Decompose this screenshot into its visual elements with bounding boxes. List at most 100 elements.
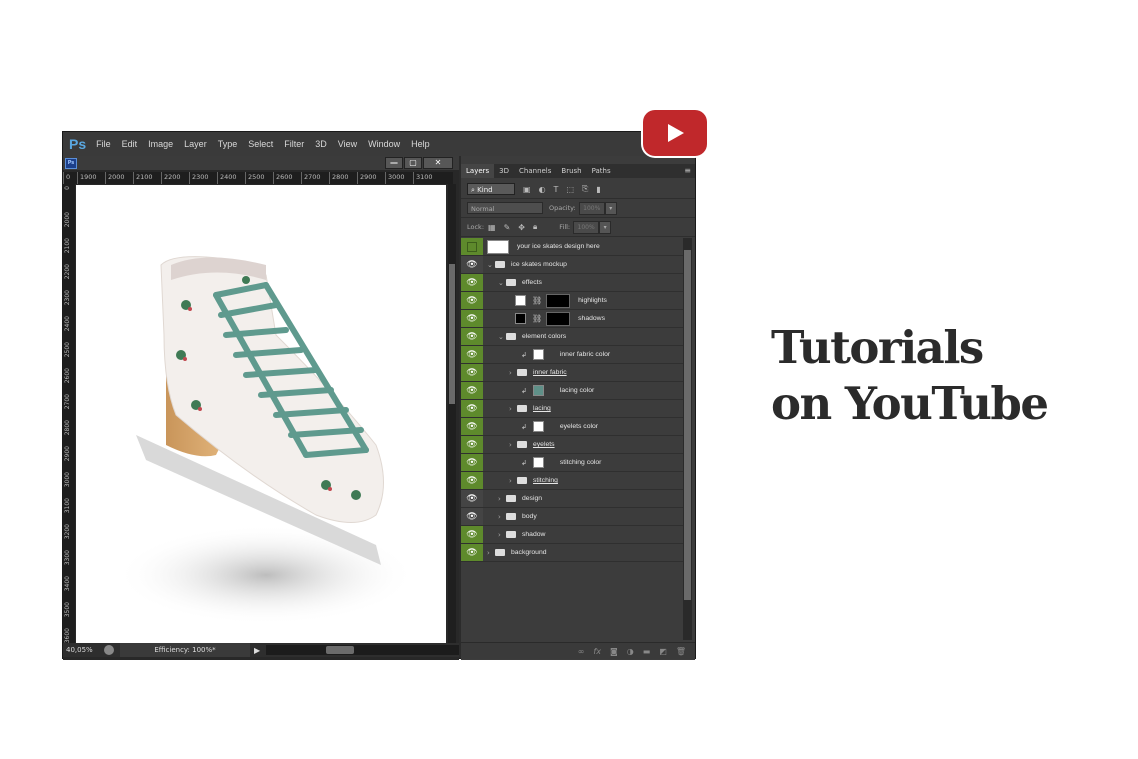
layer-row[interactable]: 👁︎ › eyelets xyxy=(461,436,683,454)
menu-filter[interactable]: Filter xyxy=(284,139,304,149)
vertical-scroll-thumb[interactable] xyxy=(449,264,455,404)
layer-row[interactable]: 👁︎ ⛓︎ shadows xyxy=(461,310,683,328)
layer-row[interactable]: 👁︎ ↲ inner fabric color xyxy=(461,346,683,364)
layer-row[interactable]: your ice skates design here xyxy=(461,238,683,256)
visibility-eye-icon[interactable] xyxy=(461,238,483,255)
status-info-icon[interactable] xyxy=(104,645,114,655)
visibility-eye-icon[interactable]: 👁︎ xyxy=(461,364,483,381)
tab-3d[interactable]: 3D xyxy=(494,164,514,178)
visibility-eye-icon[interactable]: 👁︎ xyxy=(461,382,483,399)
menu-window[interactable]: Window xyxy=(368,139,400,149)
layer-row[interactable]: 👁︎ › shadow xyxy=(461,526,683,544)
visibility-eye-icon[interactable]: 👁︎ xyxy=(461,310,483,327)
panel-menu-icon[interactable]: ≡ xyxy=(684,164,695,178)
chevron-down-icon[interactable]: ⌄ xyxy=(498,333,506,341)
adjustment-filter-icon[interactable]: ◐ xyxy=(539,185,546,194)
smart-object-filter-icon[interactable]: ⎘ xyxy=(582,184,588,194)
visibility-eye-icon[interactable]: 👁︎ xyxy=(461,328,483,345)
visibility-eye-icon[interactable]: 👁︎ xyxy=(461,400,483,417)
visibility-eye-icon[interactable]: 👁︎ xyxy=(461,292,483,309)
type-filter-icon[interactable]: T xyxy=(554,185,559,194)
visibility-eye-icon[interactable]: 👁︎ xyxy=(461,274,483,291)
visibility-eye-icon[interactable]: 👁︎ xyxy=(461,526,483,543)
layer-row[interactable]: 👁︎ ↲ eyelets color xyxy=(461,418,683,436)
layer-row[interactable]: 👁︎ ⛓︎ highlights xyxy=(461,292,683,310)
menu-image[interactable]: Image xyxy=(148,139,173,149)
trash-icon[interactable]: 🗑︎ xyxy=(676,647,686,656)
chevron-right-icon[interactable]: › xyxy=(498,513,506,521)
mask-icon[interactable]: ◙ xyxy=(610,647,618,656)
layer-row[interactable]: 👁︎ ↲ stitching color xyxy=(461,454,683,472)
filter-toggle-icon[interactable]: ▮ xyxy=(596,185,600,194)
layer-mask-thumbnail[interactable] xyxy=(546,311,571,326)
layer-row[interactable]: 👁︎ ↲ lacing color xyxy=(461,382,683,400)
menu-help[interactable]: Help xyxy=(411,139,430,149)
lock-image-icon[interactable]: ✎ xyxy=(504,223,511,232)
visibility-eye-icon[interactable]: 👁︎ xyxy=(461,454,483,471)
menu-file[interactable]: File xyxy=(96,139,111,149)
layer-row[interactable]: 👁︎ › background xyxy=(461,544,683,562)
layer-mask-thumbnail[interactable] xyxy=(546,293,571,308)
color-fill-swatch[interactable] xyxy=(532,385,544,396)
visibility-eye-icon[interactable]: 👁︎ xyxy=(461,436,483,453)
chevron-right-icon[interactable]: › xyxy=(509,405,517,413)
layer-row[interactable]: 👁︎ › inner fabric xyxy=(461,364,683,382)
canvas-horizontal-scrollbar[interactable] xyxy=(266,645,459,655)
tab-paths[interactable]: Paths xyxy=(587,164,616,178)
chevron-right-icon[interactable]: › xyxy=(509,369,517,377)
link-icon[interactable]: ⛓︎ xyxy=(532,296,542,305)
menu-type[interactable]: Type xyxy=(218,139,238,149)
visibility-eye-icon[interactable]: 👁︎ xyxy=(461,256,483,273)
new-layer-icon[interactable]: ◩ xyxy=(659,647,667,656)
minimize-button[interactable]: — xyxy=(385,157,403,169)
canvas-vertical-scrollbar[interactable] xyxy=(448,184,456,644)
menu-view[interactable]: View xyxy=(338,139,357,149)
link-icon[interactable]: ⛓︎ xyxy=(532,314,542,323)
pixel-filter-icon[interactable]: ▣ xyxy=(523,185,531,194)
tab-brush[interactable]: Brush xyxy=(556,164,586,178)
link-icon[interactable]: ∞ xyxy=(578,647,585,656)
youtube-logo[interactable] xyxy=(643,110,707,156)
smart-object-thumbnail[interactable] xyxy=(487,239,509,254)
color-fill-swatch[interactable] xyxy=(515,295,526,306)
color-fill-swatch[interactable] xyxy=(532,457,544,468)
menu-select[interactable]: Select xyxy=(248,139,273,149)
tab-layers[interactable]: Layers xyxy=(461,164,495,178)
lock-all-icon[interactable]: 🔒︎ xyxy=(533,222,537,232)
color-fill-swatch[interactable] xyxy=(532,349,544,360)
chevron-down-icon[interactable]: ⌄ xyxy=(487,261,495,269)
layers-scroll-thumb[interactable] xyxy=(684,250,691,600)
chevron-right-icon[interactable]: › xyxy=(509,477,517,485)
shape-filter-icon[interactable]: ⬚ xyxy=(566,185,574,194)
layer-row[interactable]: 👁︎ ⌄ element colors xyxy=(461,328,683,346)
chevron-right-icon[interactable]: › xyxy=(509,441,517,449)
zoom-level[interactable]: 40,05% xyxy=(63,646,98,654)
visibility-eye-icon[interactable]: 👁︎ xyxy=(461,508,483,525)
lock-position-icon[interactable]: ✥ xyxy=(518,223,525,232)
visibility-eye-icon[interactable]: 👁︎ xyxy=(461,346,483,363)
chevron-down-icon[interactable]: ⌄ xyxy=(498,279,506,287)
tab-channels[interactable]: Channels xyxy=(514,164,556,178)
layer-row[interactable]: 👁︎ › design xyxy=(461,490,683,508)
fx-icon[interactable]: fx xyxy=(593,647,601,656)
folder-icon[interactable]: ▬ xyxy=(643,647,651,656)
layer-row[interactable]: 👁︎ › lacing xyxy=(461,400,683,418)
visibility-eye-icon[interactable]: 👁︎ xyxy=(461,418,483,435)
menu-layer[interactable]: Layer xyxy=(184,139,207,149)
kind-filter-select[interactable]: ⌕ Kind xyxy=(467,183,515,195)
maximize-button[interactable]: ▢ xyxy=(404,157,422,169)
visibility-eye-icon[interactable]: 👁︎ xyxy=(461,544,483,561)
color-fill-swatch[interactable] xyxy=(532,421,544,432)
menu-edit[interactable]: Edit xyxy=(122,139,138,149)
blend-mode-select[interactable]: Normal xyxy=(467,202,543,214)
layer-row[interactable]: 👁︎ › body xyxy=(461,508,683,526)
chevron-right-icon[interactable]: › xyxy=(498,531,506,539)
color-fill-swatch[interactable] xyxy=(515,313,526,324)
horizontal-scroll-thumb[interactable] xyxy=(326,646,355,654)
layer-row[interactable]: 👁︎ ⌄ ice skates mockup xyxy=(461,256,683,274)
visibility-eye-icon[interactable]: 👁︎ xyxy=(461,490,483,507)
layers-scrollbar[interactable] xyxy=(683,238,692,640)
opacity-input[interactable]: 100% xyxy=(578,201,605,215)
fill-dropdown-icon[interactable]: ▾ xyxy=(599,220,612,234)
adjustment-icon[interactable]: ◑ xyxy=(627,647,634,656)
